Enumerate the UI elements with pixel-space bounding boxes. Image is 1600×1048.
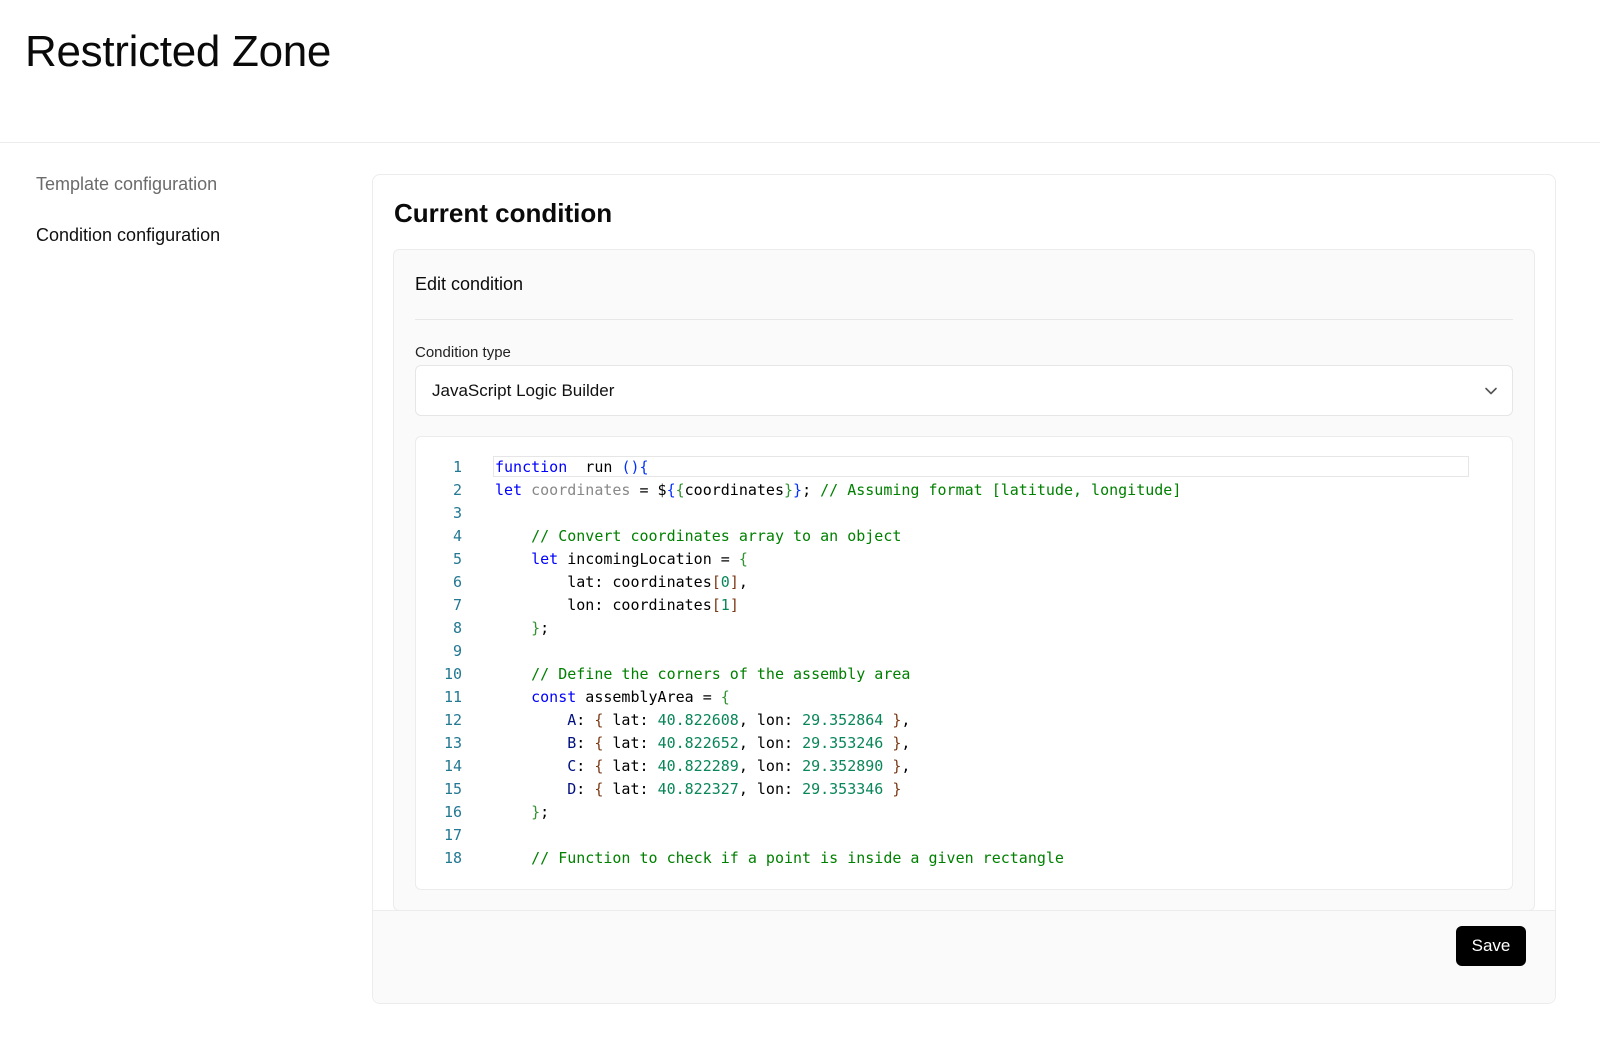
card-footer: Save — [373, 910, 1555, 1003]
side-nav: Template configuration Condition configu… — [36, 172, 336, 274]
line-number: 6 — [452, 573, 462, 591]
code-line: 4 // Convert coordinates array to an obj… — [416, 525, 1512, 548]
code-text: let incomingLocation = { — [531, 550, 748, 568]
code-line: 8 }; — [416, 617, 1512, 640]
line-number: 2 — [452, 481, 462, 499]
code-text: lon: coordinates[1] — [495, 596, 739, 614]
line-number: 15 — [443, 780, 462, 798]
code-line: 17 — [416, 824, 1512, 847]
code-lines: 1 function run (){ 2 let coordinates = ${{c… — [416, 456, 1512, 870]
code-editor[interactable]: 1 function run (){ 2 let coordinates = ${{c… — [415, 436, 1513, 890]
edit-condition-panel: Edit condition Condition type JavaScript… — [393, 249, 1535, 911]
condition-type-value: JavaScript Logic Builder — [432, 381, 615, 400]
page-title: Restricted Zone — [25, 27, 332, 76]
code-text: function run (){ — [493, 456, 1467, 479]
code-line: 13 B: { lat: 40.822652, lon: 29.353246 }… — [416, 732, 1512, 755]
condition-type-label: Condition type — [415, 344, 511, 361]
code-text: }; — [531, 803, 550, 821]
chevron-down-icon — [1485, 387, 1497, 395]
code-text: C: { lat: 40.822289, lon: 29.352890 }, — [567, 757, 911, 775]
line-number: 17 — [443, 826, 462, 844]
code-line: 5 let incomingLocation = { — [416, 548, 1512, 571]
code-line: 15 D: { lat: 40.822327, lon: 29.353346 } — [416, 778, 1512, 801]
line-number: 14 — [443, 757, 462, 775]
code-text: // Function to check if a point is insid… — [531, 849, 1064, 867]
code-line: 2 let coordinates = ${{coordinates}}; // … — [416, 479, 1512, 502]
line-number: 11 — [443, 688, 462, 706]
code-line: 10 // Define the corners of the assembly… — [416, 663, 1512, 686]
line-number: 18 — [443, 849, 462, 867]
code-line: 9 — [416, 640, 1512, 663]
code-text: A: { lat: 40.822608, lon: 29.352864 }, — [567, 711, 911, 729]
sidebar-item-condition-configuration[interactable]: Condition configuration — [36, 223, 336, 247]
code-line: 12 A: { lat: 40.822608, lon: 29.352864 }… — [416, 709, 1512, 732]
code-line: 7 lon: coordinates[1] — [416, 594, 1512, 617]
panel-title: Edit condition — [415, 274, 524, 294]
code-text: const assemblyArea = { — [531, 688, 730, 706]
line-number: 8 — [452, 619, 462, 637]
code-text: // Convert coordinates array to an objec… — [531, 527, 902, 545]
code-text: B: { lat: 40.822652, lon: 29.353246 }, — [567, 734, 911, 752]
line-number: 9 — [452, 642, 462, 660]
code-line: 11 const assemblyArea = { — [416, 686, 1512, 709]
line-number: 7 — [452, 596, 462, 614]
code-line: 6 lat: coordinates[0], — [416, 571, 1512, 594]
line-number: 3 — [452, 504, 462, 522]
line-number: 1 — [452, 458, 462, 476]
line-number: 4 — [452, 527, 462, 545]
code-line: 1 function run (){ — [416, 456, 1512, 479]
line-number: 5 — [452, 550, 462, 568]
code-text: lat: coordinates[0], — [495, 573, 748, 591]
condition-card: Current condition Edit condition Conditi… — [372, 174, 1556, 1004]
code-text: let coordinates = ${{coordinates}}; // A… — [495, 481, 1182, 499]
save-button[interactable]: Save — [1456, 926, 1526, 966]
card-title: Current condition — [394, 198, 613, 228]
code-text: }; — [531, 619, 550, 637]
sidebar-item-template-configuration[interactable]: Template configuration — [36, 172, 336, 196]
line-number: 13 — [443, 734, 462, 752]
code-line: 18 // Function to check if a point is in… — [416, 847, 1512, 870]
header-divider — [0, 142, 1600, 143]
line-number: 12 — [443, 711, 462, 729]
line-number: 10 — [443, 665, 462, 683]
code-line: 14 C: { lat: 40.822289, lon: 29.352890 }… — [416, 755, 1512, 778]
code-text: // Define the corners of the assembly ar… — [531, 665, 911, 683]
code-line: 16 }; — [416, 801, 1512, 824]
code-line: 3 — [416, 502, 1512, 525]
line-number: 16 — [443, 803, 462, 821]
panel-divider — [415, 319, 1513, 320]
code-text: D: { lat: 40.822327, lon: 29.353346 } — [567, 780, 902, 798]
condition-type-select[interactable]: JavaScript Logic Builder — [415, 365, 1513, 416]
